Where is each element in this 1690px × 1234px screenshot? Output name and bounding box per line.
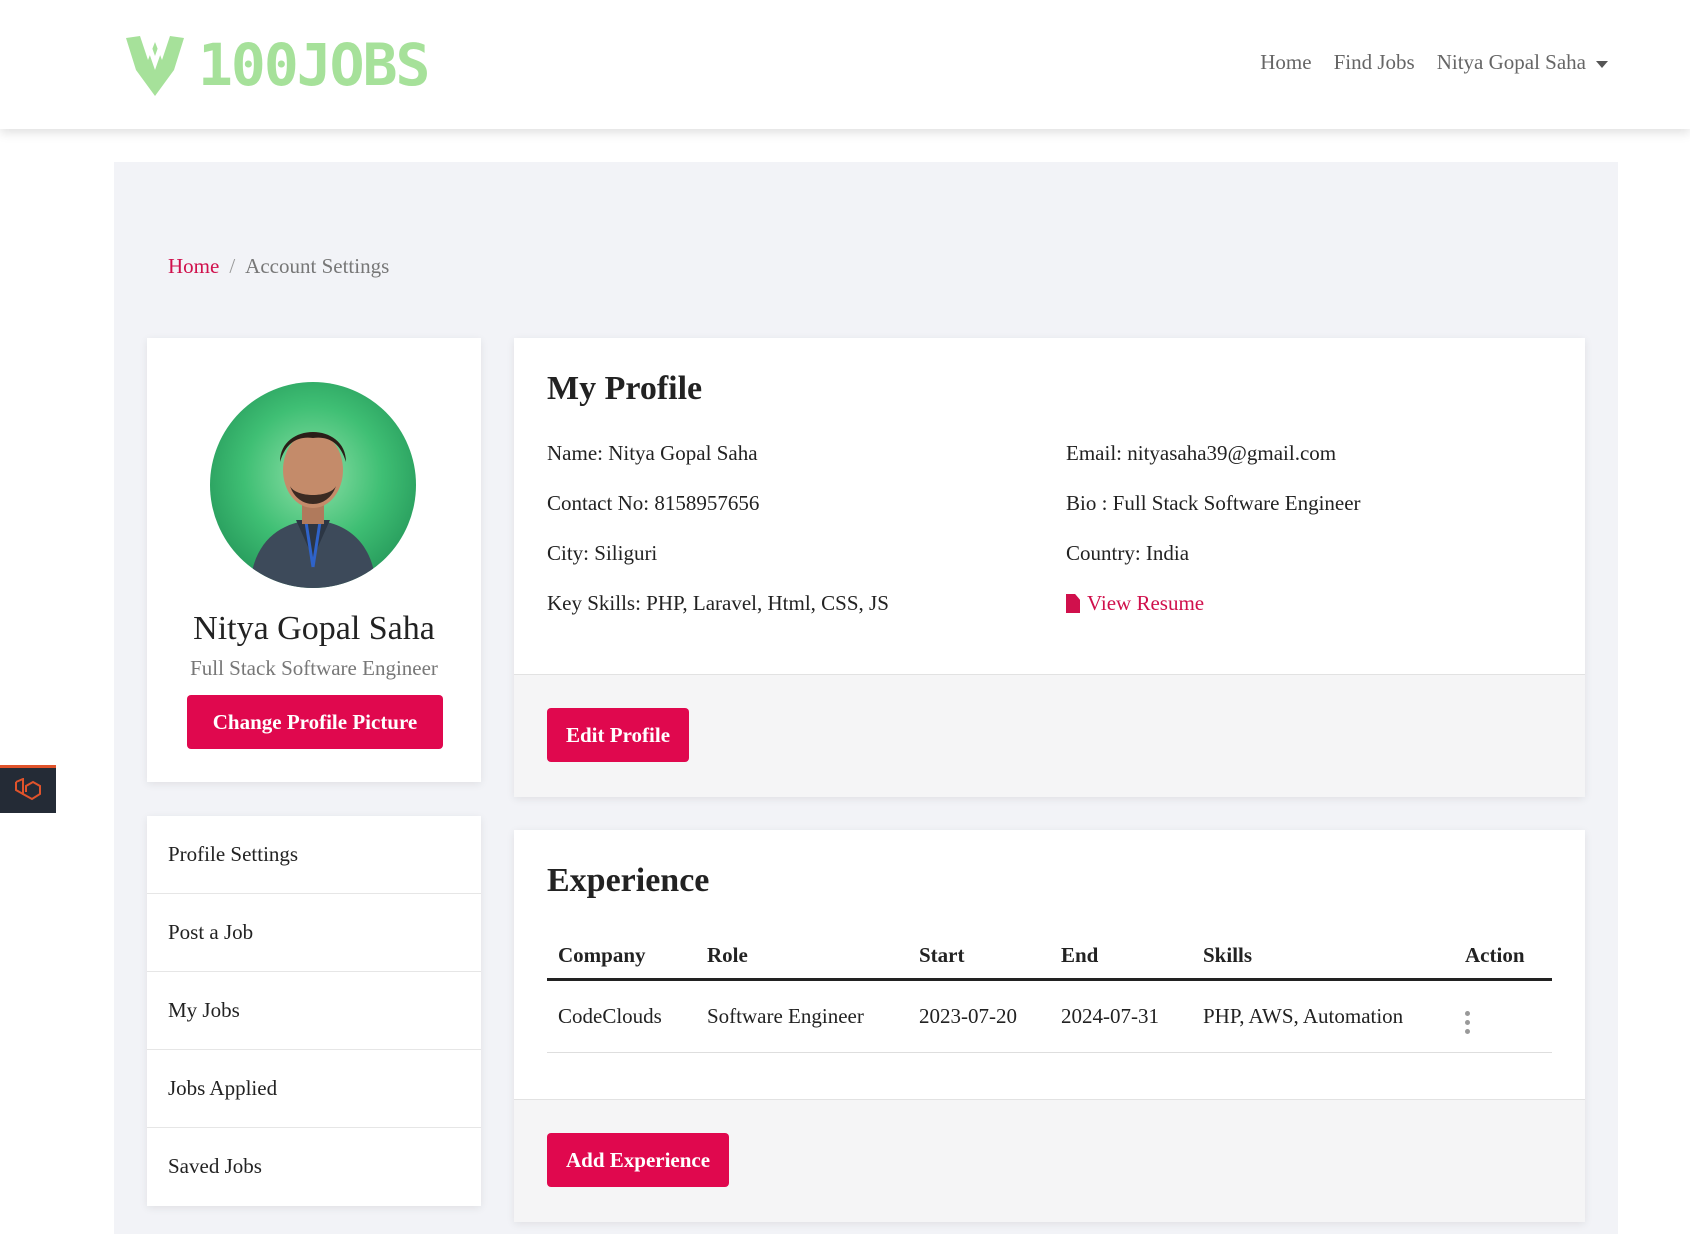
cell-start: 2023-07-20	[908, 979, 1050, 1053]
col-start: Start	[908, 933, 1050, 981]
cell-company: CodeClouds	[547, 979, 696, 1053]
my-profile-footer: Edit Profile	[514, 674, 1585, 797]
experience-footer: Add Experience	[514, 1099, 1585, 1222]
nav-home-link[interactable]: Home	[1260, 50, 1311, 75]
my-profile-card: My Profile Name: Nitya Gopal Saha Contac…	[514, 338, 1585, 797]
table-row: CodeClouds Software Engineer 2023-07-20 …	[547, 979, 1552, 1053]
breadcrumb-home-link[interactable]: Home	[168, 254, 219, 278]
user-menu-label: Nitya Gopal Saha	[1436, 50, 1586, 74]
sidebar-item-post-a-job[interactable]: Post a Job	[147, 894, 481, 972]
cell-skills: PHP, AWS, Automation	[1192, 979, 1454, 1053]
change-profile-picture-button[interactable]: Change Profile Picture	[187, 695, 443, 749]
breadcrumb-separator: /	[229, 254, 236, 278]
col-action: Action	[1454, 933, 1552, 981]
experience-card: Experience Company Role Start End Skills…	[514, 830, 1585, 1222]
file-icon	[1066, 594, 1080, 613]
nav-find-jobs-link[interactable]: Find Jobs	[1334, 50, 1415, 75]
view-resume-link[interactable]: View Resume	[1066, 591, 1204, 616]
sidebar-item-saved-jobs[interactable]: Saved Jobs	[147, 1128, 481, 1205]
profile-email-field: Email: nityasaha39@gmail.com	[1066, 441, 1337, 465]
profile-name-field: Name: Nitya Gopal Saha	[547, 441, 758, 465]
col-company: Company	[547, 933, 696, 981]
laravel-icon	[15, 777, 41, 800]
col-end: End	[1050, 933, 1192, 981]
breadcrumb: Home / Account Settings	[168, 254, 389, 279]
view-resume-label: View Resume	[1087, 591, 1205, 615]
col-skills: Skills	[1192, 933, 1454, 981]
laravel-debug-badge[interactable]	[0, 765, 56, 813]
cell-end: 2024-07-31	[1050, 979, 1192, 1053]
profile-skills-field: Key Skills: PHP, Laravel, Html, CSS, JS	[547, 591, 889, 615]
logo-icon	[126, 36, 184, 96]
col-role: Role	[696, 933, 908, 981]
experience-heading: Experience	[547, 862, 710, 899]
sidebar-item-profile-settings[interactable]: Profile Settings	[147, 816, 481, 894]
user-menu-dropdown[interactable]: Nitya Gopal Saha	[1437, 50, 1608, 75]
profile-title: Full Stack Software Engineer	[190, 656, 438, 680]
breadcrumb-current: Account Settings	[245, 254, 390, 278]
my-profile-heading: My Profile	[547, 370, 703, 407]
profile-country-field: Country: India	[1066, 541, 1190, 565]
main-nav: Home Find Jobs Nitya Gopal Saha	[1238, 50, 1608, 75]
experience-table-header: Company Role Start End Skills Action	[547, 933, 1552, 981]
top-navbar: 100JOBS Home Find Jobs Nitya Gopal Saha	[0, 0, 1690, 129]
edit-profile-button[interactable]: Edit Profile	[547, 708, 690, 762]
row-actions-kebab-icon[interactable]	[1465, 1005, 1470, 1036]
sidebar-item-my-jobs[interactable]: My Jobs	[147, 972, 481, 1050]
experience-table: Company Role Start End Skills Action Cod…	[547, 933, 1552, 1053]
brand-logo[interactable]: 100JOBS	[120, 30, 430, 100]
profile-contact-field: Contact No: 8158957656	[547, 491, 760, 515]
account-sidebar-menu: Profile Settings Post a Job My Jobs Jobs…	[147, 816, 481, 1206]
profile-card: Nitya Gopal Saha Full Stack Software Eng…	[147, 338, 481, 782]
sidebar-item-jobs-applied[interactable]: Jobs Applied	[147, 1050, 481, 1128]
cell-role: Software Engineer	[696, 979, 908, 1053]
avatar	[210, 382, 416, 588]
person-photo-icon	[250, 432, 376, 588]
profile-name: Nitya Gopal Saha	[193, 610, 435, 647]
caret-down-icon	[1596, 60, 1608, 68]
profile-city-field: City: Siliguri	[547, 541, 658, 565]
logo-text: 100JOBS	[198, 31, 430, 99]
add-experience-button[interactable]: Add Experience	[547, 1133, 730, 1187]
profile-bio-field: Bio : Full Stack Software Engineer	[1066, 491, 1361, 515]
